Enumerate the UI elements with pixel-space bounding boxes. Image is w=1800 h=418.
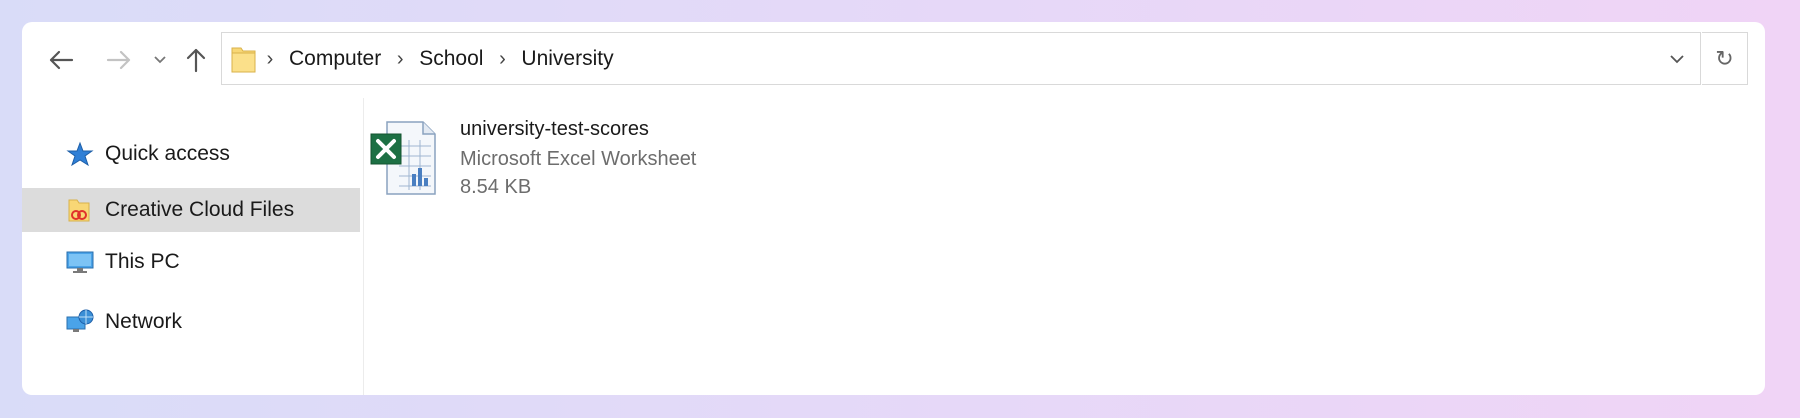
file-list: university-test-scores Microsoft Excel W… [365,98,1765,395]
breadcrumb-separator[interactable]: › [489,49,515,69]
breadcrumb-separator[interactable]: › [257,49,283,69]
file-name: university-test-scores [460,118,649,140]
monitor-icon [66,251,94,273]
forward-button[interactable] [100,42,138,78]
sidebar-item-this-pc[interactable]: This PC [22,240,360,284]
star-icon [66,141,94,167]
file-explorer-window: › Computer › School › University ↻ Quick… [22,22,1765,395]
breadcrumb-school[interactable]: School [413,47,489,71]
navigation-pane: Quick access Creative Cloud Files This P… [22,98,364,395]
network-icon [66,309,94,332]
breadcrumb-separator[interactable]: › [387,49,413,69]
address-bar[interactable]: › Computer › School › University [221,32,1701,85]
sidebar-item-quick-access[interactable]: Quick access [22,132,360,176]
sidebar-item-label: Creative Cloud Files [105,198,295,221]
sidebar-item-label: Network [105,310,183,333]
back-button[interactable] [42,42,80,78]
arrow-up-icon [186,48,206,73]
sidebar-item-label: Quick access [105,142,230,165]
sidebar-item-network[interactable]: Network [22,300,360,344]
refresh-button[interactable]: ↻ [1702,32,1748,85]
creative-cloud-folder-icon [68,199,90,222]
navigation-bar: › Computer › School › University ↻ [22,22,1765,98]
file-item[interactable]: university-test-scores Microsoft Excel W… [365,112,745,212]
refresh-icon: ↻ [1715,45,1734,71]
recent-locations-button[interactable] [150,42,170,78]
address-dropdown-button[interactable] [1654,33,1700,84]
sidebar-item-creative-cloud-files[interactable]: Creative Cloud Files [22,188,360,232]
sidebar-item-label: This PC [105,250,180,273]
excel-file-icon [370,121,436,195]
breadcrumb-university[interactable]: University [515,47,619,71]
breadcrumb-computer[interactable]: Computer [283,47,387,71]
chevron-down-icon [1670,54,1684,63]
arrow-left-icon [49,50,74,70]
file-type: Microsoft Excel Worksheet [460,148,697,170]
file-size: 8.54 KB [460,176,532,198]
folder-icon [231,47,256,72]
arrow-right-icon [106,50,131,70]
chevron-down-icon [154,56,166,64]
up-button[interactable] [178,42,214,78]
